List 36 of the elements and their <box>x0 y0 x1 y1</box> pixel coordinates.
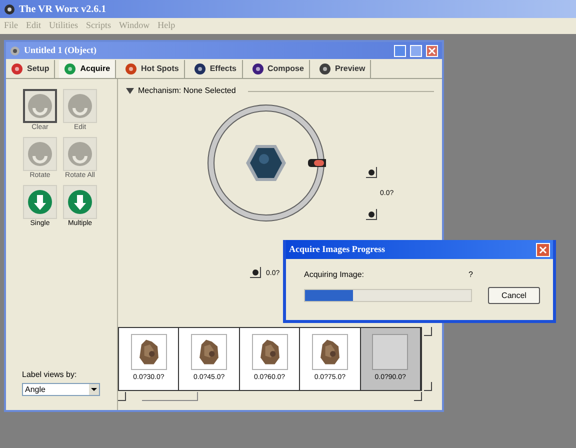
tilt-arrow-button[interactable] <box>366 167 377 178</box>
tool-icon <box>67 141 93 167</box>
app-logo-icon <box>4 4 15 14</box>
scroll-up-icon <box>424 327 432 336</box>
close-icon <box>428 46 436 54</box>
window-icon <box>10 46 20 56</box>
maximize-button[interactable] <box>410 44 422 56</box>
app-title: The VR Worx v2.6.1 <box>19 2 106 16</box>
scroll-left-icon <box>118 392 126 401</box>
window-title: Untitled 1 (Object) <box>24 44 98 57</box>
dialog-title: Acquire Images Progress <box>289 242 386 256</box>
label-views-label: Label views by: <box>22 369 78 381</box>
close-icon <box>539 246 547 254</box>
minimize-button[interactable] <box>394 44 406 56</box>
tool-icon <box>27 93 53 119</box>
scroll-thumb[interactable] <box>142 392 198 401</box>
scroll-right-icon <box>414 392 422 401</box>
vertical-scrollbar[interactable] <box>424 327 434 391</box>
tilt-arrow-button[interactable] <box>366 209 377 220</box>
cancel-button[interactable]: Cancel <box>488 287 540 304</box>
mechanism-header: Mechanism: None Selected <box>138 85 236 97</box>
pan-arrow-button[interactable] <box>250 267 261 278</box>
disclosure-triangle-icon <box>126 88 134 94</box>
status-label: Acquiring Image: <box>304 269 366 281</box>
image-count: ? <box>468 269 473 281</box>
scroll-down-icon <box>424 382 432 391</box>
tool-icon <box>27 141 53 167</box>
close-button[interactable] <box>426 44 438 56</box>
tab[interactable]: Acquire <box>59 60 116 78</box>
label-views-dropdown[interactable]: Angle <box>22 383 100 396</box>
tool-icon <box>67 93 93 119</box>
close-button[interactable] <box>536 242 550 256</box>
tool-icon <box>67 189 93 215</box>
tool-icon <box>27 189 53 215</box>
horizontal-scrollbar[interactable] <box>118 391 422 402</box>
empty-frame <box>372 334 408 370</box>
